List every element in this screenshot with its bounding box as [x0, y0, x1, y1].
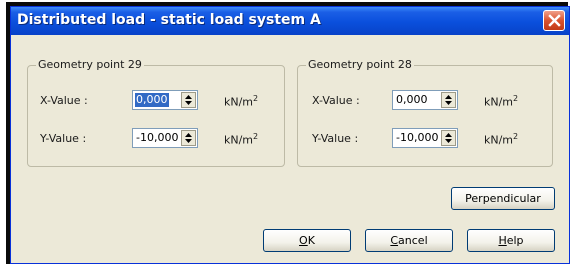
cancel-button[interactable]: Cancel [365, 229, 453, 252]
dialog-title: Distributed load - static load system A [17, 12, 321, 28]
geometry-point-b-legend: Geometry point 28 [306, 58, 414, 71]
point-a-x-unit: kN/m2 [224, 94, 259, 109]
point-b-x-unit: kN/m2 [484, 94, 519, 109]
point-a-x-value: 0,000 [135, 93, 169, 107]
point-b-x-value: 0,000 [396, 93, 428, 106]
y-value-label: Y-Value : [312, 132, 359, 145]
spinner-arrows-icon [185, 95, 192, 105]
point-b-x-input[interactable]: 0,000 [392, 90, 458, 110]
perpendicular-button[interactable]: Perpendicular [451, 187, 555, 210]
spinner-arrows-icon [445, 133, 452, 143]
spinner-arrows-icon [445, 95, 452, 105]
point-b-y-spinner[interactable] [441, 130, 456, 146]
geometry-point-a-legend: Geometry point 29 [36, 58, 144, 71]
point-a-y-value: -10,000 [136, 131, 179, 144]
point-b-y-unit: kN/m2 [484, 132, 519, 147]
x-value-label: X-Value : [40, 94, 88, 107]
point-b-y-value: -10,000 [396, 131, 439, 144]
point-a-y-unit: kN/m2 [224, 132, 259, 147]
dialog-window: Distributed load - static load system A … [10, 6, 570, 264]
point-a-y-spinner[interactable] [181, 130, 196, 146]
ok-label: K [307, 234, 315, 247]
cancel-label: ancel [398, 234, 428, 247]
geometry-point-a-group: Geometry point 29 X-Value : 0,000 kN/m2 … [27, 58, 285, 167]
spinner-arrows-icon [185, 133, 192, 143]
cancel-mnemonic: C [390, 234, 399, 247]
close-button[interactable] [543, 10, 565, 31]
ok-button[interactable]: OK [263, 229, 351, 252]
help-button[interactable]: Help [467, 229, 555, 252]
point-a-y-input[interactable]: -10,000 [132, 128, 198, 148]
point-b-x-spinner[interactable] [441, 92, 456, 108]
point-b-y-input[interactable]: -10,000 [392, 128, 458, 148]
x-value-label: X-Value : [312, 94, 360, 107]
point-a-x-input[interactable]: 0,000 [132, 90, 198, 110]
y-value-label: Y-Value : [40, 132, 87, 145]
point-a-x-spinner[interactable] [181, 92, 196, 108]
help-mnemonic: H [498, 234, 507, 247]
title-bar[interactable]: Distributed load - static load system A [11, 7, 569, 35]
geometry-point-b-group: Geometry point 28 X-Value : 0,000 kN/m2 … [297, 58, 553, 167]
help-label: elp [506, 234, 524, 247]
close-icon [548, 14, 561, 27]
ok-mnemonic: O [299, 234, 308, 247]
